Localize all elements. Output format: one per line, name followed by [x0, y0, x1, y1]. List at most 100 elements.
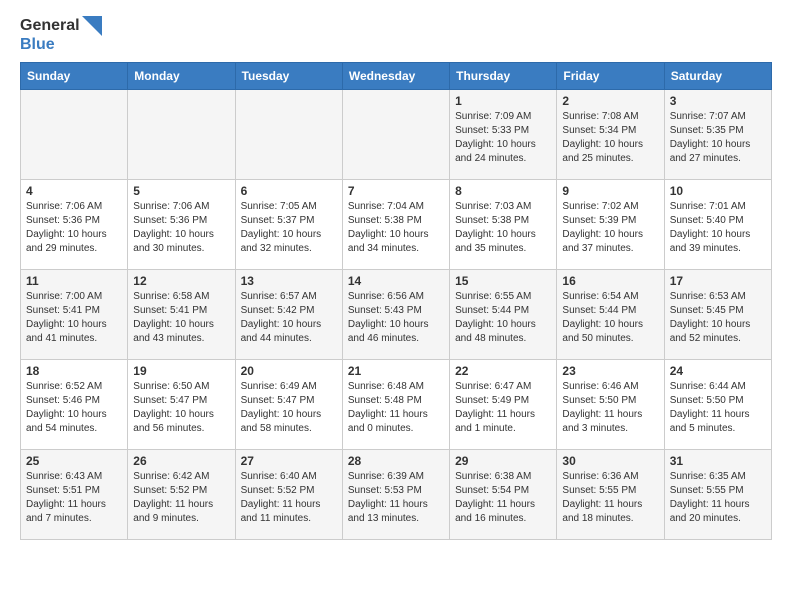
calendar-cell-19: 16 Sunrise: 6:54 AM Sunset: 5:44 PM Dayl… [557, 269, 664, 359]
sunrise-text: Sunrise: 6:57 AM [241, 290, 337, 304]
sunset-text: Sunset: 5:51 PM [26, 484, 122, 498]
calendar-cell-31: 28 Sunrise: 6:39 AM Sunset: 5:53 PM Dayl… [342, 449, 449, 539]
cell-info: Sunrise: 7:02 AM Sunset: 5:39 PM Dayligh… [562, 200, 658, 256]
sunrise-text: Sunrise: 6:58 AM [133, 290, 229, 304]
weekday-header-saturday: Saturday [664, 62, 771, 89]
cell-info: Sunrise: 7:01 AM Sunset: 5:40 PM Dayligh… [670, 200, 766, 256]
calendar-cell-16: 13 Sunrise: 6:57 AM Sunset: 5:42 PM Dayl… [235, 269, 342, 359]
daylight-text: Daylight: 10 hours and 50 minutes. [562, 318, 658, 346]
calendar-cell-8: 5 Sunrise: 7:06 AM Sunset: 5:36 PM Dayli… [128, 179, 235, 269]
weekday-header-monday: Monday [128, 62, 235, 89]
sunrise-text: Sunrise: 6:54 AM [562, 290, 658, 304]
sunrise-text: Sunrise: 7:00 AM [26, 290, 122, 304]
calendar-cell-0 [21, 89, 128, 179]
sunrise-text: Sunrise: 7:02 AM [562, 200, 658, 214]
calendar-week-2: 4 Sunrise: 7:06 AM Sunset: 5:36 PM Dayli… [21, 179, 772, 269]
day-number: 24 [670, 364, 766, 378]
logo-arrow-icon [82, 16, 102, 36]
logo-blue: Blue [20, 36, 102, 54]
cell-info: Sunrise: 7:09 AM Sunset: 5:33 PM Dayligh… [455, 110, 551, 166]
sunset-text: Sunset: 5:52 PM [241, 484, 337, 498]
sunrise-text: Sunrise: 7:09 AM [455, 110, 551, 124]
daylight-text: Daylight: 11 hours and 0 minutes. [348, 408, 444, 436]
sunset-text: Sunset: 5:44 PM [562, 304, 658, 318]
logo-box: General Blue [20, 16, 102, 54]
day-number: 28 [348, 454, 444, 468]
cell-info: Sunrise: 7:07 AM Sunset: 5:35 PM Dayligh… [670, 110, 766, 166]
day-number: 25 [26, 454, 122, 468]
sunset-text: Sunset: 5:46 PM [26, 394, 122, 408]
calendar-cell-4: 1 Sunrise: 7:09 AM Sunset: 5:33 PM Dayli… [450, 89, 557, 179]
calendar-week-4: 18 Sunrise: 6:52 AM Sunset: 5:46 PM Dayl… [21, 359, 772, 449]
cell-info: Sunrise: 6:43 AM Sunset: 5:51 PM Dayligh… [26, 470, 122, 526]
day-number: 6 [241, 184, 337, 198]
day-number: 4 [26, 184, 122, 198]
calendar-cell-20: 17 Sunrise: 6:53 AM Sunset: 5:45 PM Dayl… [664, 269, 771, 359]
sunset-text: Sunset: 5:55 PM [670, 484, 766, 498]
calendar-cell-22: 19 Sunrise: 6:50 AM Sunset: 5:47 PM Dayl… [128, 359, 235, 449]
calendar-week-3: 11 Sunrise: 7:00 AM Sunset: 5:41 PM Dayl… [21, 269, 772, 359]
daylight-text: Daylight: 10 hours and 24 minutes. [455, 138, 551, 166]
day-number: 15 [455, 274, 551, 288]
calendar-week-5: 25 Sunrise: 6:43 AM Sunset: 5:51 PM Dayl… [21, 449, 772, 539]
cell-info: Sunrise: 6:35 AM Sunset: 5:55 PM Dayligh… [670, 470, 766, 526]
sunset-text: Sunset: 5:40 PM [670, 214, 766, 228]
cell-info: Sunrise: 6:49 AM Sunset: 5:47 PM Dayligh… [241, 380, 337, 436]
weekday-header-wednesday: Wednesday [342, 62, 449, 89]
weekday-header-tuesday: Tuesday [235, 62, 342, 89]
day-number: 9 [562, 184, 658, 198]
daylight-text: Daylight: 10 hours and 54 minutes. [26, 408, 122, 436]
sunrise-text: Sunrise: 7:08 AM [562, 110, 658, 124]
calendar-cell-9: 6 Sunrise: 7:05 AM Sunset: 5:37 PM Dayli… [235, 179, 342, 269]
sunrise-text: Sunrise: 6:46 AM [562, 380, 658, 394]
sunset-text: Sunset: 5:44 PM [455, 304, 551, 318]
sunrise-text: Sunrise: 7:03 AM [455, 200, 551, 214]
calendar-cell-2 [235, 89, 342, 179]
sunset-text: Sunset: 5:50 PM [562, 394, 658, 408]
daylight-text: Daylight: 10 hours and 29 minutes. [26, 228, 122, 256]
calendar-cell-15: 12 Sunrise: 6:58 AM Sunset: 5:41 PM Dayl… [128, 269, 235, 359]
calendar-cell-6: 3 Sunrise: 7:07 AM Sunset: 5:35 PM Dayli… [664, 89, 771, 179]
sunrise-text: Sunrise: 7:06 AM [133, 200, 229, 214]
day-number: 11 [26, 274, 122, 288]
sunset-text: Sunset: 5:36 PM [133, 214, 229, 228]
cell-info: Sunrise: 6:36 AM Sunset: 5:55 PM Dayligh… [562, 470, 658, 526]
calendar-cell-25: 22 Sunrise: 6:47 AM Sunset: 5:49 PM Dayl… [450, 359, 557, 449]
day-number: 31 [670, 454, 766, 468]
day-number: 23 [562, 364, 658, 378]
day-number: 2 [562, 94, 658, 108]
calendar-cell-5: 2 Sunrise: 7:08 AM Sunset: 5:34 PM Dayli… [557, 89, 664, 179]
daylight-text: Daylight: 10 hours and 37 minutes. [562, 228, 658, 256]
sunset-text: Sunset: 5:42 PM [241, 304, 337, 318]
daylight-text: Daylight: 11 hours and 13 minutes. [348, 498, 444, 526]
daylight-text: Daylight: 11 hours and 1 minute. [455, 408, 551, 436]
calendar-cell-14: 11 Sunrise: 7:00 AM Sunset: 5:41 PM Dayl… [21, 269, 128, 359]
calendar-cell-1 [128, 89, 235, 179]
cell-info: Sunrise: 6:50 AM Sunset: 5:47 PM Dayligh… [133, 380, 229, 436]
calendar-cell-17: 14 Sunrise: 6:56 AM Sunset: 5:43 PM Dayl… [342, 269, 449, 359]
sunrise-text: Sunrise: 6:44 AM [670, 380, 766, 394]
daylight-text: Daylight: 11 hours and 5 minutes. [670, 408, 766, 436]
calendar-week-1: 1 Sunrise: 7:09 AM Sunset: 5:33 PM Dayli… [21, 89, 772, 179]
cell-info: Sunrise: 7:06 AM Sunset: 5:36 PM Dayligh… [133, 200, 229, 256]
cell-info: Sunrise: 6:47 AM Sunset: 5:49 PM Dayligh… [455, 380, 551, 436]
cell-info: Sunrise: 6:46 AM Sunset: 5:50 PM Dayligh… [562, 380, 658, 436]
calendar-cell-34: 31 Sunrise: 6:35 AM Sunset: 5:55 PM Dayl… [664, 449, 771, 539]
daylight-text: Daylight: 11 hours and 7 minutes. [26, 498, 122, 526]
sunset-text: Sunset: 5:50 PM [670, 394, 766, 408]
sunrise-text: Sunrise: 7:05 AM [241, 200, 337, 214]
sunrise-text: Sunrise: 6:38 AM [455, 470, 551, 484]
sunset-text: Sunset: 5:37 PM [241, 214, 337, 228]
calendar-cell-29: 26 Sunrise: 6:42 AM Sunset: 5:52 PM Dayl… [128, 449, 235, 539]
cell-info: Sunrise: 7:03 AM Sunset: 5:38 PM Dayligh… [455, 200, 551, 256]
sunset-text: Sunset: 5:49 PM [455, 394, 551, 408]
day-number: 30 [562, 454, 658, 468]
cell-info: Sunrise: 6:39 AM Sunset: 5:53 PM Dayligh… [348, 470, 444, 526]
cell-info: Sunrise: 6:38 AM Sunset: 5:54 PM Dayligh… [455, 470, 551, 526]
calendar-cell-30: 27 Sunrise: 6:40 AM Sunset: 5:52 PM Dayl… [235, 449, 342, 539]
day-number: 20 [241, 364, 337, 378]
sunset-text: Sunset: 5:38 PM [348, 214, 444, 228]
sunset-text: Sunset: 5:41 PM [133, 304, 229, 318]
day-number: 14 [348, 274, 444, 288]
sunrise-text: Sunrise: 6:56 AM [348, 290, 444, 304]
